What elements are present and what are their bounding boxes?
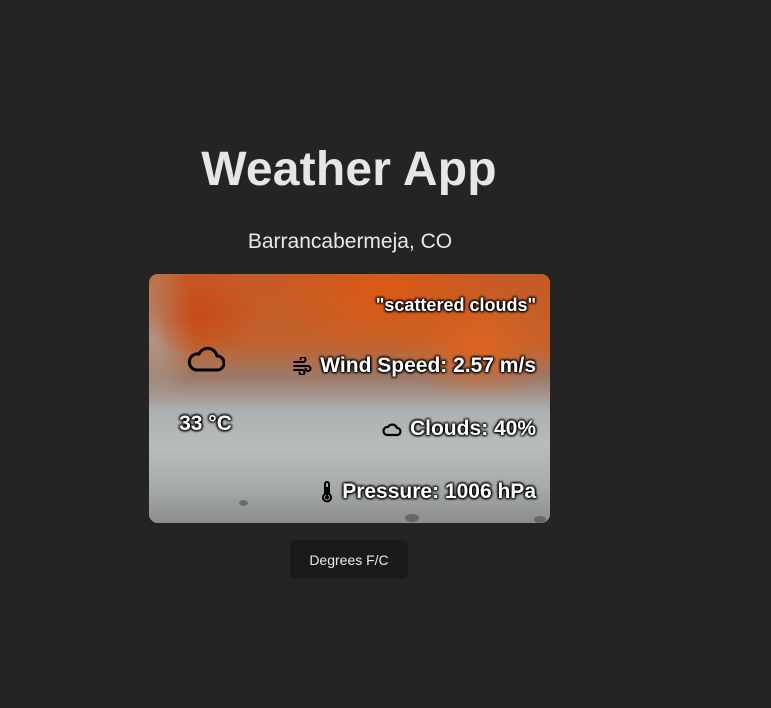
cloud-icon [187,346,225,372]
temperature-value: 33 °C [179,412,232,435]
city-name: Barrancabermeja, CO [247,230,453,253]
pressure-row: Pressure: 1006 hPa [320,479,536,505]
app-title: Weather App [201,143,497,196]
background-drop [405,514,419,522]
toggle-units-button[interactable]: Degrees F/C [290,540,408,579]
cloud-small-icon [382,423,402,437]
weather-description: "scattered clouds" [375,295,536,315]
wind-icon [293,357,312,375]
wind-speed-text: Wind Speed: 2.57 m/s [320,354,536,377]
background-drop [534,516,546,523]
weather-card: "scattered clouds" 33 °C Wind Speed: 2.5… [149,274,550,523]
thermometer-icon [322,481,333,503]
background-drop [239,500,248,506]
wind-speed-row: Wind Speed: 2.57 m/s [292,353,536,379]
clouds-row: Clouds: 40% [382,416,536,442]
clouds-text: Clouds: 40% [409,417,536,440]
pressure-text: Pressure: 1006 hPa [342,480,536,503]
